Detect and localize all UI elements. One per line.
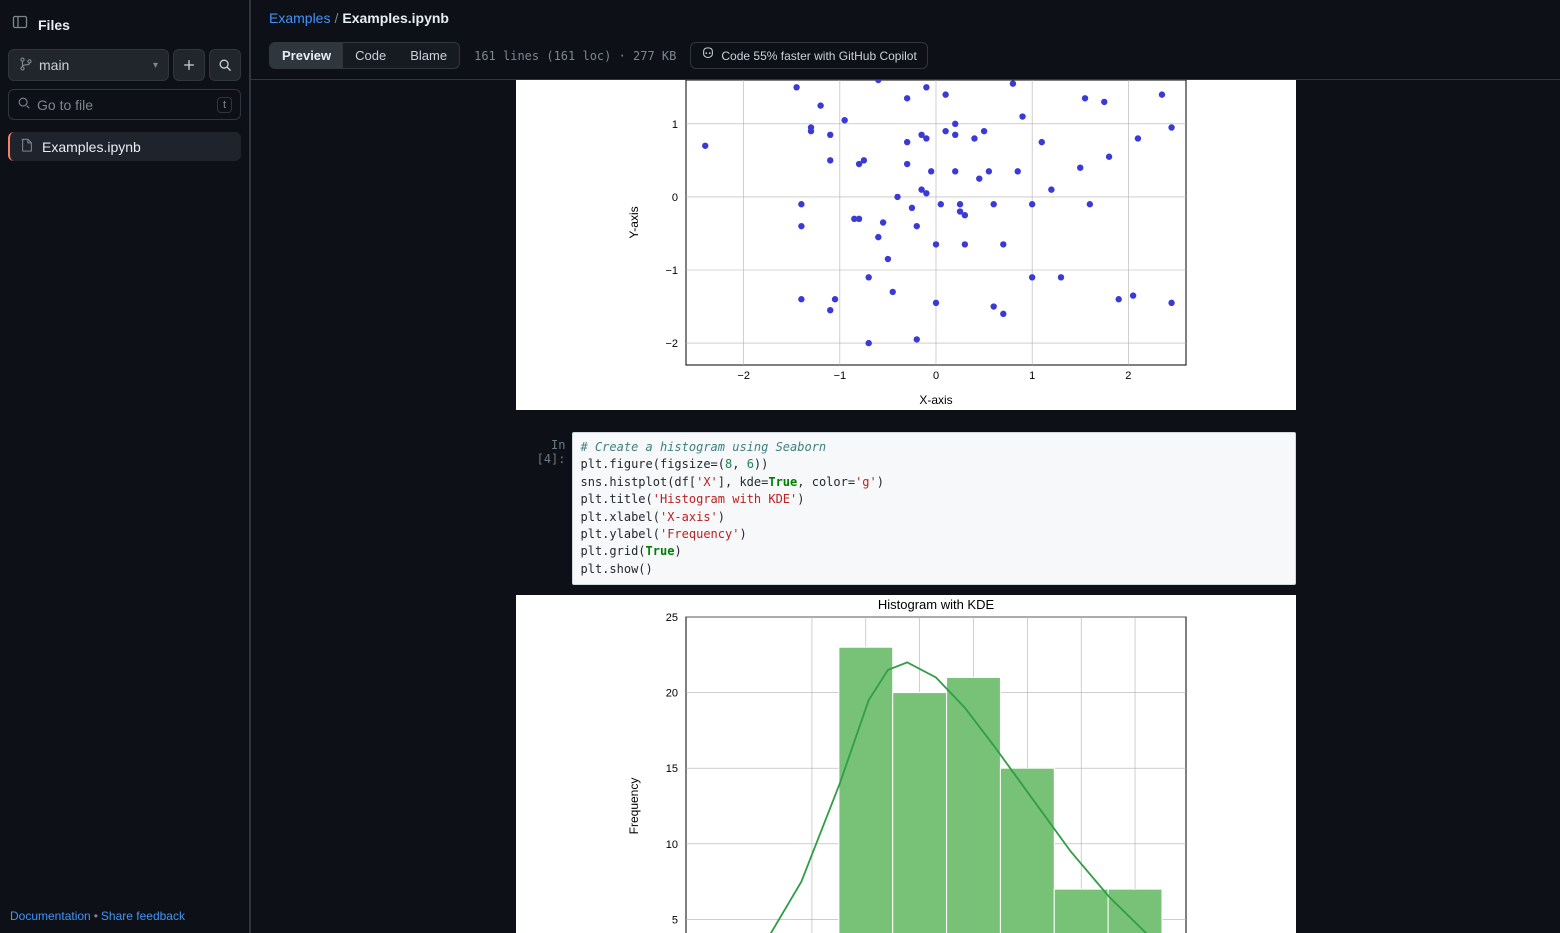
scatter-chart: −2 −1 0 1 2 −2 −1 0 1 X-axis Y-axis [596,80,1216,410]
copilot-text: Code 55% faster with GitHub Copilot [721,49,916,63]
code-cell-4: In [4]: # Create a histogram using Seabo… [516,432,1296,585]
file-meta: 161 lines (161 loc) · 277 KB [474,49,676,63]
svg-text:X-axis: X-axis [919,393,952,407]
svg-text:20: 20 [665,688,677,700]
svg-text:Histogram with KDE: Histogram with KDE [877,597,994,612]
file-item-examples[interactable]: Examples.ipynb [8,132,241,161]
svg-text:1: 1 [1029,370,1035,382]
svg-text:15: 15 [665,763,677,775]
doc-link[interactable]: Documentation [10,909,91,923]
tab-blame[interactable]: Blame [398,43,459,68]
sidebar-footer: Documentation•Share feedback [0,899,249,933]
svg-text:10: 10 [665,839,677,851]
file-icon [20,138,34,155]
svg-text:0: 0 [671,192,677,204]
view-tabs: Preview Code Blame [269,42,460,69]
search-placeholder: Go to file [37,97,93,113]
file-name: Examples.ipynb [42,139,141,155]
svg-text:−2: −2 [737,370,750,382]
svg-text:−1: −1 [833,370,846,382]
svg-text:Frequency: Frequency [627,778,641,835]
scatter-output: −2 −1 0 1 2 −2 −1 0 1 X-axis Y-axis [516,80,1296,410]
breadcrumb-current: Examples.ipynb [342,10,449,26]
svg-text:−1: −1 [665,265,678,277]
branch-row: main ▾ [0,49,249,89]
copilot-banner[interactable]: Code 55% faster with GitHub Copilot [690,42,927,69]
histogram-chart: Histogram with KDE 5 10 15 20 25 Frequency [596,595,1216,933]
file-toolbar: Preview Code Blame 161 lines (161 loc) ·… [251,36,1560,80]
notebook-content[interactable]: −2 −1 0 1 2 −2 −1 0 1 X-axis Y-axis In [4]: # Crea… [251,80,1560,933]
file-sidebar: Files main ▾ Go to file t [0,0,250,933]
tab-preview[interactable]: Preview [270,43,343,68]
search-kbd: t [217,97,232,113]
svg-text:−2: −2 [665,338,678,350]
search-button[interactable] [209,49,241,81]
branch-selector[interactable]: main ▾ [8,49,169,81]
histogram-output: Histogram with KDE 5 10 15 20 25 Frequency [516,595,1296,933]
sidebar-title: Files [38,17,70,33]
code-block[interactable]: # Create a histogram using Seaborn plt.f… [572,432,1296,585]
add-file-button[interactable] [173,49,205,81]
svg-text:1: 1 [671,119,677,131]
breadcrumb-parent[interactable]: Examples [269,10,330,26]
cell-prompt: In [4]: [516,432,566,585]
feedback-link[interactable]: Share feedback [101,909,185,923]
svg-text:25: 25 [665,612,677,624]
svg-text:2: 2 [1125,370,1131,382]
file-tree: Examples.ipynb [0,128,249,165]
branch-name: main [39,57,69,73]
file-search-input[interactable]: Go to file t [8,89,241,120]
tab-code[interactable]: Code [343,43,398,68]
branch-icon [19,57,33,74]
svg-text:0: 0 [932,370,938,382]
sidebar-header: Files [0,0,249,49]
svg-text:Y-axis: Y-axis [627,206,641,238]
svg-text:5: 5 [671,915,677,927]
copilot-icon [701,47,715,64]
search-icon [17,96,31,113]
chevron-down-icon: ▾ [153,60,158,71]
main-panel: Examples/Examples.ipynb Preview Code Bla… [250,0,1560,933]
panel-collapse-icon[interactable] [12,14,28,35]
breadcrumb: Examples/Examples.ipynb [251,0,1560,36]
